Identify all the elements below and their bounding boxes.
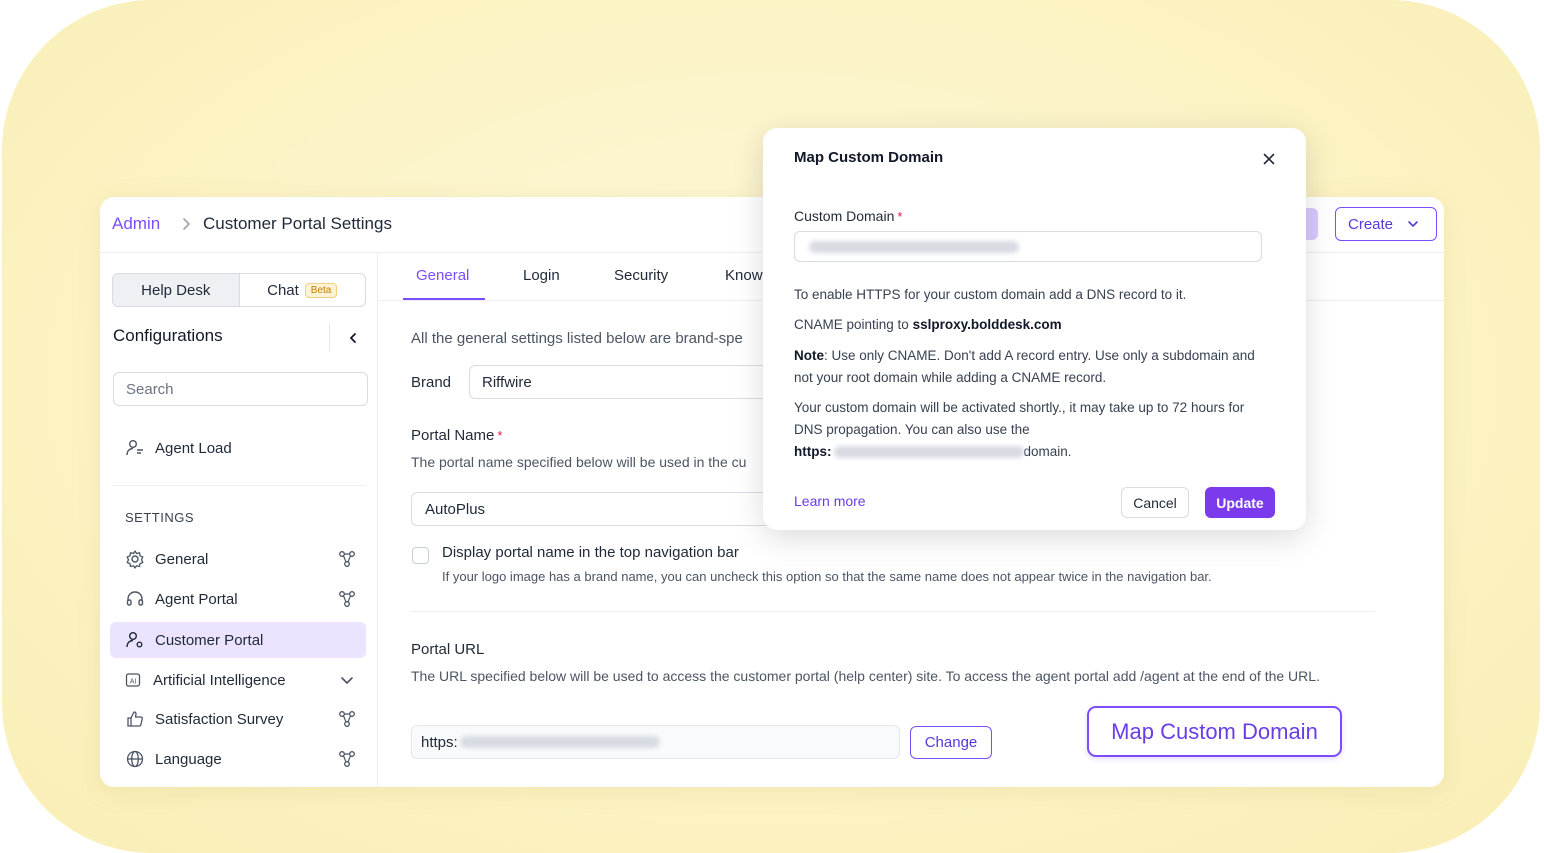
- sidebar-item-label: General: [155, 550, 209, 568]
- agent-load-icon: [125, 438, 145, 458]
- sidebar-item-label: Satisfaction Survey: [155, 710, 284, 728]
- create-button[interactable]: Create: [1335, 207, 1437, 241]
- configurations-title: Configurations: [113, 326, 223, 345]
- https-instruction: To enable HTTPS for your custom domain a…: [794, 287, 1187, 302]
- activation-body: Your custom domain will be activated sho…: [794, 400, 1245, 437]
- page-title: Customer Portal Settings: [203, 214, 392, 233]
- map-custom-domain-button[interactable]: Map Custom Domain: [1087, 706, 1342, 757]
- segment-chat-label: Chat: [267, 281, 299, 299]
- thumbs-up-icon: [125, 709, 145, 729]
- globe-icon: [125, 749, 145, 769]
- sidebar-item-agent-portal[interactable]: Agent Portal: [110, 581, 366, 617]
- cname-prefix: CNAME pointing to: [794, 317, 913, 332]
- portal-url-input: https:: [411, 725, 900, 759]
- section-divider: [411, 611, 1375, 612]
- brand-label: Brand: [411, 374, 452, 391]
- sidebar-item-general[interactable]: General: [110, 541, 366, 577]
- chevron-left-icon: [349, 333, 356, 343]
- general-settings-description: All the general settings listed below ar…: [411, 330, 743, 347]
- sidebar-divider: [112, 485, 366, 486]
- portal-name-label-text: Portal Name: [411, 427, 495, 444]
- brand-specific-icon: [339, 591, 355, 607]
- sidebar-item-label: Artificial Intelligence: [153, 671, 286, 689]
- sidebar-item-label: Language: [155, 750, 222, 768]
- tab-security[interactable]: Security: [614, 267, 668, 284]
- domain-suffix: domain.: [1023, 444, 1072, 459]
- chevron-down-icon[interactable]: [338, 671, 356, 689]
- segment-chat[interactable]: Chat Beta: [240, 274, 366, 306]
- chevron-right-icon: [183, 218, 191, 230]
- https-label: https:: [794, 444, 832, 459]
- ai-icon: AI: [123, 670, 143, 690]
- sidebar-item-language[interactable]: Language: [110, 741, 366, 777]
- update-button[interactable]: Update: [1205, 487, 1275, 518]
- change-url-button[interactable]: Change: [910, 726, 992, 759]
- custom-domain-input[interactable]: [794, 231, 1262, 262]
- close-icon[interactable]: [1261, 151, 1277, 167]
- display-portal-name-label: Display portal name in the top navigatio…: [442, 544, 739, 561]
- sidebar-item-label: Customer Portal: [155, 631, 264, 649]
- brand-specific-icon: [339, 751, 355, 767]
- tab-general[interactable]: General: [416, 267, 469, 284]
- portal-url-label: Portal URL: [411, 641, 485, 658]
- portal-name-input[interactable]: AutoPlus: [411, 492, 811, 526]
- cname-value: sslproxy.bolddesk.com: [912, 317, 1062, 332]
- dialog-title: Map Custom Domain: [794, 149, 944, 166]
- sidebar: Help Desk Chat Beta Configurations Searc…: [100, 253, 378, 787]
- learn-more-link[interactable]: Learn more: [794, 493, 866, 509]
- svg-text:AI: AI: [130, 678, 137, 685]
- map-custom-domain-dialog: Map Custom Domain Custom Domain * To enab…: [763, 128, 1306, 530]
- tab-knowledge[interactable]: Know: [725, 267, 763, 284]
- portal-url-prefix: https:: [421, 733, 458, 751]
- headset-icon: [125, 589, 145, 609]
- portal-name-help: The portal name specified below will be …: [411, 454, 747, 470]
- tab-login[interactable]: Login: [523, 267, 560, 284]
- sidebar-search-input[interactable]: Search: [113, 372, 368, 406]
- sidebar-item-artificial-intelligence[interactable]: AI Artificial Intelligence: [110, 662, 366, 698]
- display-portal-name-help: If your logo image has a brand name, you…: [442, 569, 1212, 584]
- segment-help-desk-label: Help Desk: [141, 281, 211, 299]
- beta-badge: Beta: [304, 282, 338, 298]
- activation-text: Your custom domain will be activated sho…: [794, 397, 1274, 463]
- brand-select[interactable]: Riffwire: [469, 365, 779, 399]
- brand-specific-icon: [339, 551, 355, 567]
- required-asterisk: *: [497, 428, 503, 443]
- product-switch: Help Desk Chat Beta: [112, 273, 366, 307]
- portal-name-label: Portal Name *: [411, 427, 502, 444]
- redacted-domain: [809, 240, 1019, 253]
- sidebar-item-customer-portal[interactable]: Customer Portal: [110, 622, 366, 658]
- segment-help-desk[interactable]: Help Desk: [113, 274, 240, 306]
- collapse-sidebar-button[interactable]: [340, 325, 366, 351]
- custom-domain-label-text: Custom Domain: [794, 208, 895, 224]
- breadcrumb-admin-link[interactable]: Admin: [112, 214, 160, 234]
- settings-section-label: SETTINGS: [125, 510, 195, 525]
- custom-domain-label: Custom Domain *: [794, 208, 902, 224]
- portal-url-help: The URL specified below will be used to …: [411, 668, 1320, 684]
- collapse-divider: [329, 323, 330, 351]
- note-text: Note: Use only CNAME. Don't add A record…: [794, 345, 1274, 389]
- redacted-default-domain: [833, 446, 1024, 459]
- create-button-label: Create: [1348, 215, 1394, 233]
- required-asterisk: *: [897, 209, 903, 224]
- sidebar-item-label: Agent Portal: [155, 590, 238, 608]
- cname-instruction: CNAME pointing to sslproxy.bolddesk.com: [794, 314, 1274, 336]
- sidebar-item-agent-load[interactable]: Agent Load: [110, 430, 366, 466]
- cancel-button[interactable]: Cancel: [1121, 487, 1189, 518]
- chevron-down-icon: [1408, 221, 1418, 228]
- brand-specific-icon: [339, 711, 355, 727]
- active-tab-indicator: [403, 298, 485, 300]
- note-body: : Use only CNAME. Don't add A record ent…: [794, 348, 1255, 385]
- user-settings-icon: [125, 630, 145, 650]
- sidebar-item-label: Agent Load: [155, 439, 232, 457]
- redacted-url: [459, 736, 660, 748]
- sidebar-item-satisfaction-survey[interactable]: Satisfaction Survey: [110, 701, 366, 737]
- gear-icon: [125, 549, 145, 569]
- display-portal-name-checkbox[interactable]: [412, 547, 429, 564]
- note-label: Note: [794, 348, 824, 363]
